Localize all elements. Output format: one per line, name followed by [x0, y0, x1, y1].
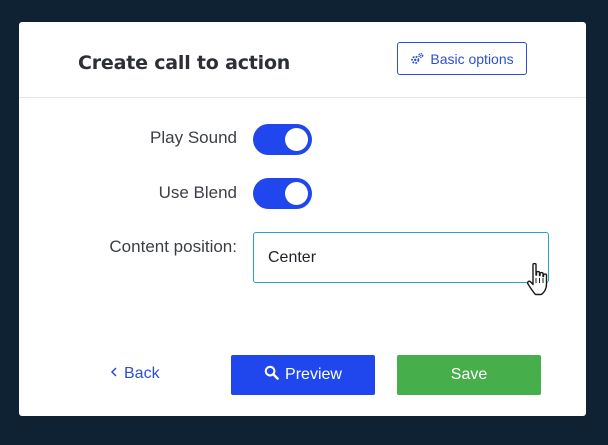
- preview-label: Preview: [285, 366, 342, 383]
- play-sound-toggle[interactable]: [253, 124, 312, 155]
- content-position-label: Content position:: [109, 237, 237, 256]
- save-label: Save: [450, 366, 488, 383]
- toggle-knob: [285, 182, 308, 205]
- modal-header: Create call to action Basic options: [19, 22, 586, 98]
- preview-button[interactable]: Preview: [231, 355, 375, 395]
- toggle-knob: [285, 128, 308, 151]
- use-blend-toggle[interactable]: [253, 178, 312, 209]
- content-position-select[interactable]: Center: [253, 232, 549, 283]
- basic-options-label: Basic options: [430, 50, 514, 67]
- play-sound-label: Play Sound: [150, 128, 237, 147]
- chevron-left-icon: [110, 365, 118, 383]
- modal-title: Create call to action: [78, 52, 291, 74]
- content-position-value: Center: [268, 248, 317, 266]
- basic-options-button[interactable]: Basic options: [397, 42, 527, 75]
- back-label: Back: [124, 365, 160, 382]
- call-to-action-modal: Create call to action Basic options Play…: [19, 22, 586, 416]
- back-link[interactable]: Back: [110, 365, 160, 383]
- search-icon: [264, 365, 279, 385]
- use-blend-label: Use Blend: [158, 183, 237, 202]
- hand-pointer-icon: [525, 262, 551, 303]
- save-button[interactable]: Save: [397, 355, 541, 395]
- gears-icon: [410, 52, 424, 66]
